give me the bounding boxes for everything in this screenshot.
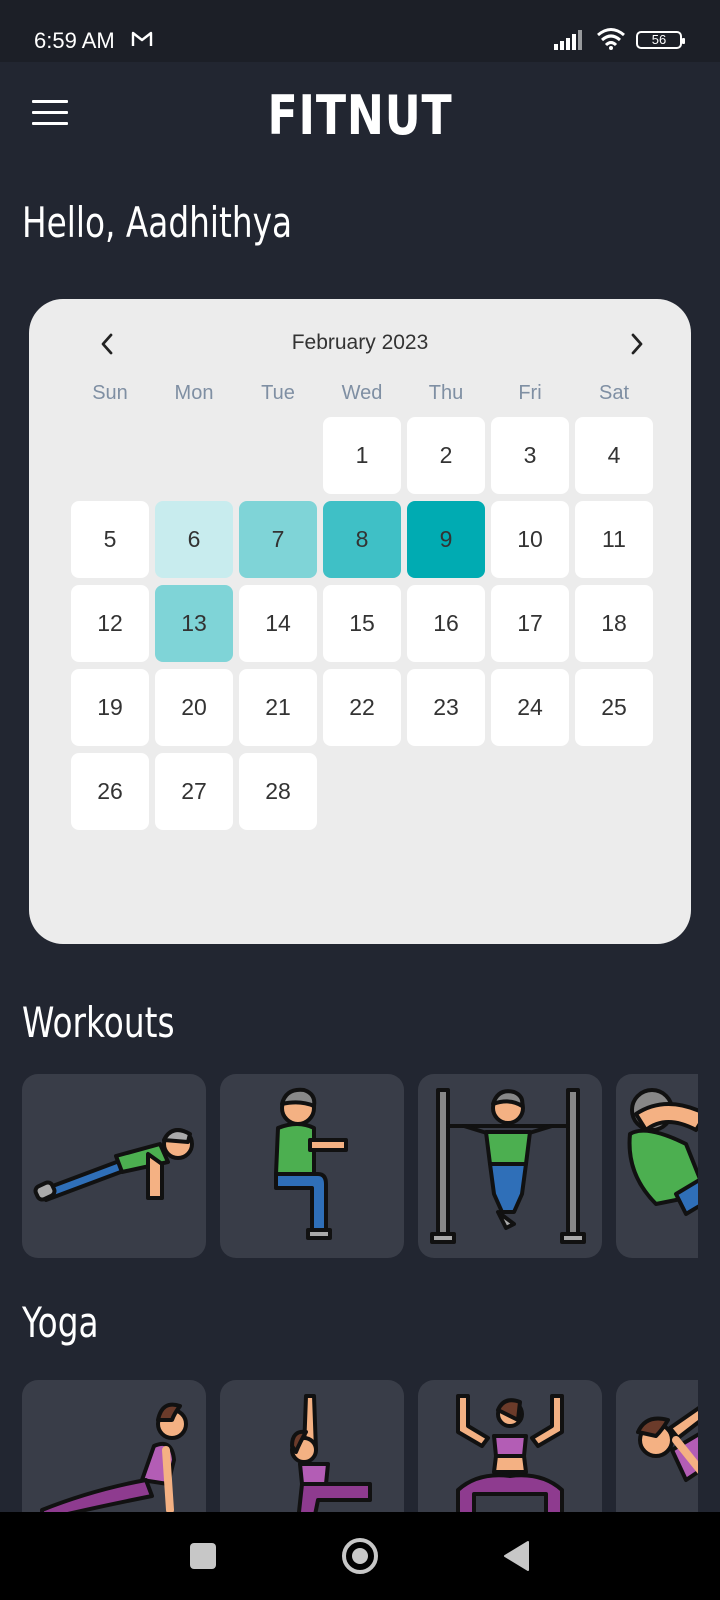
calendar-day[interactable]: 9 xyxy=(407,501,485,578)
calendar-day[interactable]: 16 xyxy=(407,585,485,662)
calendar-day[interactable]: 14 xyxy=(239,585,317,662)
status-time: 6:59 AM xyxy=(34,28,115,53)
calendar-empty-cell xyxy=(71,417,149,494)
calendar-day[interactable]: 13 xyxy=(155,585,233,662)
workout-card-pullup[interactable] xyxy=(418,1074,602,1258)
workout-card-pushup[interactable] xyxy=(22,1074,206,1258)
warrior-pose-illustration xyxy=(290,1394,372,1512)
calendar: February 2023 Sun Mon Tue Wed Thu Fri Sat 1234… xyxy=(29,299,691,944)
calendar-grid: 1 2 3 4 5 6 7 8 9 10 11 12 13 14 15 16 17 18 19 20 21 22 23 24 2… xyxy=(68,415,656,835)
calendar-day[interactable]: 17 xyxy=(491,585,569,662)
calendar-day[interactable]: 11 xyxy=(575,501,653,578)
calendar-day[interactable]: 22 xyxy=(323,669,401,746)
calendar-day[interactable]: 2 xyxy=(407,417,485,494)
weekday-label: Mon xyxy=(174,382,214,404)
workout-card-squat[interactable] xyxy=(220,1074,404,1258)
calendar-empty-cell xyxy=(239,417,317,494)
back-button[interactable] xyxy=(502,1540,532,1572)
calendar-weekday-header: Sun Mon Tue Wed Thu Fri Sat xyxy=(68,382,656,405)
weekday-label: Sun xyxy=(92,382,128,404)
calendar-day[interactable]: 23 xyxy=(407,669,485,746)
calendar-day[interactable]: 7 xyxy=(239,501,317,578)
calendar-day[interactable]: 20 xyxy=(155,669,233,746)
calendar-day[interactable]: 12 xyxy=(71,585,149,662)
calendar-day[interactable]: 8 xyxy=(323,501,401,578)
calendar-day[interactable]: 4 xyxy=(575,417,653,494)
push-up-illustration xyxy=(33,1128,194,1202)
greeting: Hello, Aadhithya xyxy=(22,198,293,247)
calendar-day[interactable]: 3 xyxy=(491,417,569,494)
status-bar: 6:59 AM 56 xyxy=(0,0,720,62)
yoga-card-cobra[interactable] xyxy=(22,1380,206,1512)
calendar-day[interactable]: 18 xyxy=(575,585,653,662)
weekday-label: Sat xyxy=(598,382,630,404)
calendar-month: February 2023 xyxy=(291,331,429,354)
calendar-day[interactable]: 25 xyxy=(575,669,653,746)
gmail-icon xyxy=(131,31,153,46)
battery-level: 56 xyxy=(651,32,667,47)
weekday-label: Wed xyxy=(341,382,383,404)
yoga-title: Yoga xyxy=(22,1298,99,1347)
yoga-card-side-stretch[interactable] xyxy=(616,1380,698,1512)
chevron-right-icon[interactable] xyxy=(625,329,649,359)
calendar-day[interactable]: 6 xyxy=(155,501,233,578)
goddess-pose-illustration xyxy=(456,1394,564,1512)
wifi-icon xyxy=(597,28,625,50)
weekday-label: Fri xyxy=(518,382,542,404)
battery-icon: 56 xyxy=(636,31,685,49)
weekday-label: Tue xyxy=(261,382,295,404)
yoga-row xyxy=(22,1380,698,1512)
workouts-row xyxy=(22,1074,698,1258)
calendar-day[interactable]: 24 xyxy=(491,669,569,746)
weekday-label: Thu xyxy=(428,382,464,404)
hamburger-menu-icon[interactable] xyxy=(32,100,68,128)
calendar-day[interactable]: 15 xyxy=(323,585,401,662)
calendar-day[interactable]: 27 xyxy=(155,753,233,830)
home-button[interactable] xyxy=(342,1538,378,1574)
yoga-card-warrior[interactable] xyxy=(220,1380,404,1512)
calendar-day[interactable]: 21 xyxy=(239,669,317,746)
side-stretch-illustration xyxy=(636,1406,698,1482)
system-nav-bar xyxy=(0,1512,720,1600)
workouts-title: Workouts xyxy=(22,998,175,1047)
calendar-day[interactable]: 26 xyxy=(71,753,149,830)
yoga-card-goddess[interactable] xyxy=(418,1380,602,1512)
calendar-day[interactable]: 1 xyxy=(323,417,401,494)
wall-sit-illustration xyxy=(274,1087,348,1240)
app-title: FITNUT xyxy=(267,84,453,147)
cobra-pose-illustration xyxy=(40,1402,188,1512)
signal-icon xyxy=(554,30,582,50)
crunch-illustration xyxy=(627,1088,698,1216)
workout-card-crunch[interactable] xyxy=(616,1074,698,1258)
pull-up-illustration xyxy=(430,1088,586,1244)
calendar-empty-cell xyxy=(155,417,233,494)
calendar-day[interactable]: 5 xyxy=(71,501,149,578)
recent-apps-button[interactable] xyxy=(190,1543,216,1569)
calendar-day[interactable]: 10 xyxy=(491,501,569,578)
calendar-day[interactable]: 28 xyxy=(239,753,317,830)
calendar-day[interactable]: 19 xyxy=(71,669,149,746)
